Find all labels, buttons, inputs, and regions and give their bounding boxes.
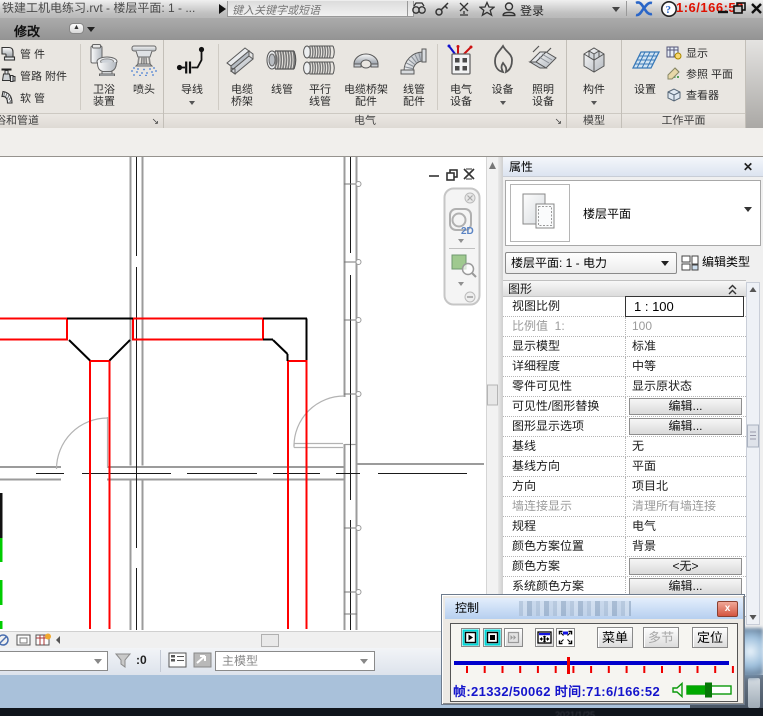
svg-text:?: ? (666, 4, 672, 16)
svg-text:2D: 2D (461, 226, 474, 237)
